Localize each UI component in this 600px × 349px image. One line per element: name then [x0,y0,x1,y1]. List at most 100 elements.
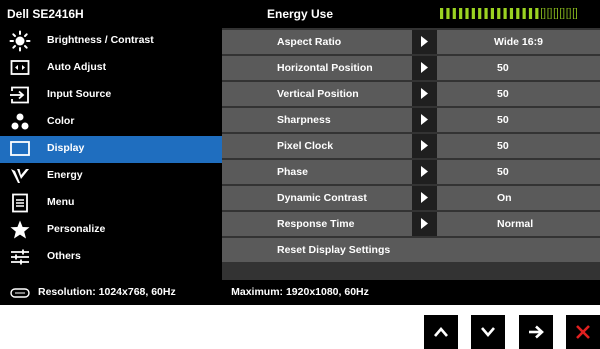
energy-meter-segment [535,8,539,19]
auto-adjust-icon [9,57,31,79]
sidebar-item-label: Personalize [47,223,106,235]
sidebar-item-color[interactable]: Color [0,109,222,136]
close-button[interactable] [566,315,600,349]
expand-arrow-button[interactable] [412,56,437,80]
chevron-right-icon [421,166,428,177]
sidebar-item-menu[interactable]: Menu [0,190,222,217]
energy-meter-segment [503,8,507,19]
chevron-right-icon [421,62,428,73]
personalize-icon [9,219,31,241]
energy-meter-segment [522,8,526,19]
sidebar: Brightness / Contrast Auto Adjust Input … [0,28,222,280]
enter-button[interactable] [519,315,553,349]
sidebar-item-label: Energy [47,169,83,181]
down-button[interactable] [471,315,505,349]
energy-meter-segment [440,8,444,19]
sidebar-item-input-source[interactable]: Input Source [0,82,222,109]
sidebar-item-display[interactable]: Display [0,136,222,163]
display-icon [9,138,31,160]
title-bar: Dell SE2416H Energy Use [0,0,600,28]
energy-meter-segment [541,8,546,19]
energy-meter-segment [465,8,469,19]
expand-arrow-button[interactable] [412,82,437,106]
sidebar-item-label: Input Source [47,88,112,100]
close-icon [576,325,590,339]
energy-meter-segment [572,8,577,19]
sidebar-item-label: Display [47,142,85,154]
sidebar-item-label: Brightness / Contrast [47,34,154,46]
setting-label: Response Time [277,218,355,230]
energy-icon [9,165,31,187]
setting-value: 50 [497,166,509,178]
energy-meter-segment [516,8,520,19]
energy-meter-segment [471,8,475,19]
setting-value: 50 [497,140,509,152]
chevron-right-icon [421,88,428,99]
setting-value: Normal [497,218,534,230]
chevron-right-icon [421,36,428,47]
sidebar-item-others[interactable]: Others [0,244,222,271]
energy-meter-segment [509,8,514,19]
chevron-right-icon [421,192,428,203]
display-settings-panel: Aspect Ratio Wide 16:9 Horizontal Positi… [222,28,600,280]
setting-vertical-position[interactable]: Vertical Position 50 [222,82,600,106]
energy-meter-segment [446,8,450,19]
setting-value: 50 [497,114,509,126]
osd-menu: Dell SE2416H Energy Use Brightness / Con… [0,0,600,305]
energy-meter-segment [547,8,552,19]
sidebar-item-brightness-contrast[interactable]: Brightness / Contrast [0,28,222,55]
expand-arrow-button[interactable] [412,186,437,210]
setting-aspect-ratio[interactable]: Aspect Ratio Wide 16:9 [222,30,600,54]
setting-label: Sharpness [277,114,331,126]
expand-arrow-button[interactable] [412,160,437,184]
setting-value: On [497,192,512,204]
sidebar-item-label: Others [47,250,81,262]
energy-meter-segment [490,8,494,19]
setting-pixel-clock[interactable]: Pixel Clock 50 [222,134,600,158]
energy-meter-segment [497,8,501,19]
up-icon [434,327,448,337]
menu-icon [9,192,31,214]
setting-reset-display[interactable]: Reset Display Settings [222,238,600,262]
energy-meter-segment [484,8,488,19]
energy-meter-segment [459,8,463,19]
color-icon [9,111,31,133]
sidebar-item-label: Auto Adjust [47,61,107,73]
setting-value: 50 [497,62,509,74]
expand-arrow-button[interactable] [412,134,437,158]
setting-label: Vertical Position [277,88,359,100]
setting-phase[interactable]: Phase 50 [222,160,600,184]
setting-sharpness[interactable]: Sharpness 50 [222,108,600,132]
down-icon [481,327,495,337]
setting-label: Pixel Clock [277,140,334,152]
brightness-icon [9,30,31,52]
maximum-resolution: Maximum: 1920x1080, 60Hz [231,286,369,298]
energy-meter [440,8,577,19]
energy-meter-segment [566,8,571,19]
setting-horizontal-position[interactable]: Horizontal Position 50 [222,56,600,80]
right-arrow-icon [529,325,544,339]
expand-arrow-button[interactable] [412,108,437,132]
expand-arrow-button[interactable] [412,212,437,236]
energy-meter-segment [528,8,533,19]
sidebar-item-auto-adjust[interactable]: Auto Adjust [0,55,222,82]
chevron-right-icon [421,218,428,229]
status-bar: Resolution: 1024x768, 60Hz Maximum: 1920… [0,280,600,305]
sidebar-item-energy[interactable]: Energy [0,163,222,190]
setting-dynamic-contrast[interactable]: Dynamic Contrast On [222,186,600,210]
setting-value: Wide 16:9 [494,36,543,48]
setting-label: Aspect Ratio [277,36,342,48]
setting-value: 50 [497,88,509,100]
sidebar-item-label: Menu [47,196,75,208]
setting-label: Dynamic Contrast [277,192,367,204]
others-icon [9,246,31,268]
setting-label: Horizontal Position [277,62,373,74]
up-button[interactable] [424,315,458,349]
setting-response-time[interactable]: Response Time Normal [222,212,600,236]
sidebar-item-personalize[interactable]: Personalize [0,217,222,244]
sidebar-item-label: Color [47,115,75,127]
chevron-right-icon [421,140,428,151]
energy-meter-segment [452,8,456,19]
expand-arrow-button[interactable] [412,30,437,54]
energy-meter-segment [560,8,565,19]
